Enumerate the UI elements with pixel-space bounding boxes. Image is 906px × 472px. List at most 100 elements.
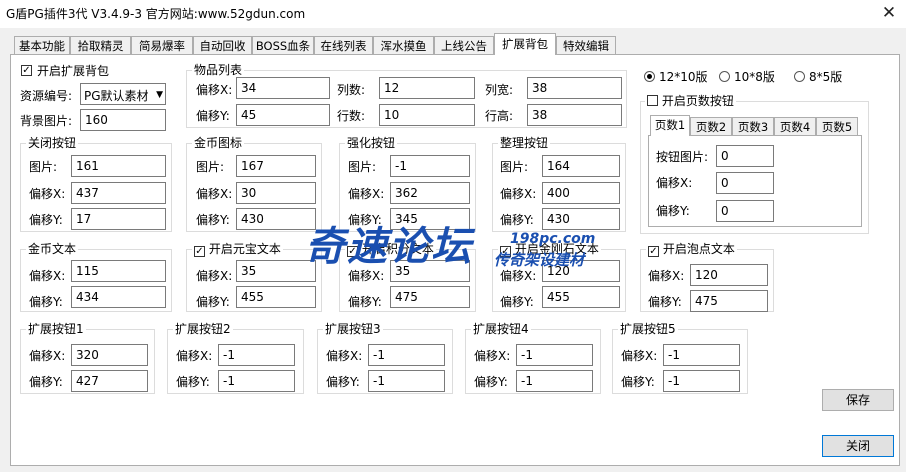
- chevron-down-icon: ▼: [156, 90, 163, 100]
- ext1-y-input[interactable]: 427: [71, 370, 148, 392]
- close-btn-y-label: 偏移Y:: [29, 213, 63, 227]
- ext5-y-input[interactable]: -1: [663, 370, 740, 392]
- sort-y-label: 偏移Y:: [500, 213, 534, 227]
- items-cols-input[interactable]: 12: [379, 77, 475, 99]
- close-btn-y-input[interactable]: 17: [71, 208, 166, 230]
- page-x-input[interactable]: 0: [716, 172, 774, 194]
- gold-icon-y-input[interactable]: 430: [236, 208, 316, 230]
- ext4-y-input[interactable]: -1: [516, 370, 593, 392]
- items-colw-input[interactable]: 38: [527, 77, 622, 99]
- resource-select[interactable]: PG默认素材 ▼: [80, 83, 166, 105]
- close-btn-img-input[interactable]: 161: [71, 155, 166, 177]
- gold-icon-group-title: 金币图标: [192, 136, 245, 150]
- tab-online-list[interactable]: 在线列表: [314, 36, 373, 54]
- gold-text-y-input[interactable]: 434: [71, 286, 166, 308]
- bubble-text-title-wrap: ✓ 开启泡点文本: [646, 242, 737, 257]
- ext3-title: 扩展按钮3: [323, 322, 383, 336]
- bg-image-input[interactable]: 160: [80, 109, 166, 131]
- title-bar: G盾PG插件3代 V3.4.9-3 官方网站:www.52gdun.com ✕: [0, 0, 906, 28]
- page-img-input[interactable]: 0: [716, 145, 774, 167]
- save-button[interactable]: 保存: [822, 389, 894, 411]
- ext1-x-label: 偏移X:: [29, 349, 66, 363]
- items-offset-x-input[interactable]: 34: [236, 77, 330, 99]
- enhance-x-input[interactable]: 362: [390, 182, 470, 204]
- tab-muddle[interactable]: 浑水摸鱼: [373, 36, 434, 54]
- gold-icon-img-input[interactable]: 167: [236, 155, 316, 177]
- yuanbao-x-input[interactable]: 35: [236, 260, 316, 282]
- close-btn-x-input[interactable]: 437: [71, 182, 166, 204]
- page-y-label: 偏移Y:: [656, 204, 690, 218]
- gold-text-group-title: 金币文本: [26, 242, 79, 256]
- sort-y-input[interactable]: 430: [542, 208, 620, 230]
- third-y-input[interactable]: 475: [390, 286, 470, 308]
- sort-x-input[interactable]: 400: [542, 182, 620, 204]
- ext1-x-input[interactable]: 320: [71, 344, 148, 366]
- ext3-x-input[interactable]: -1: [368, 344, 445, 366]
- tab-ext-bag[interactable]: 扩展背包: [494, 33, 556, 55]
- gold-text-x-label: 偏移X:: [29, 269, 66, 283]
- page-tab-5[interactable]: 页数5: [816, 117, 858, 136]
- tab-boss-hp[interactable]: BOSS血条: [252, 36, 314, 54]
- page-tab-4[interactable]: 页数4: [774, 117, 816, 136]
- gold-text-y-label: 偏移Y:: [29, 295, 63, 309]
- items-offset-y-input[interactable]: 45: [236, 104, 330, 126]
- tab-login-notice[interactable]: 上线公告: [434, 36, 494, 54]
- page-tab-2[interactable]: 页数2: [690, 117, 732, 136]
- gold-icon-x-input[interactable]: 30: [236, 182, 316, 204]
- enhance-btn-group-title: 强化按钮: [345, 136, 398, 150]
- enhance-x-label: 偏移X:: [348, 187, 385, 201]
- tab-effect-edit[interactable]: 特效编辑: [556, 36, 616, 54]
- layout-radio-10x8[interactable]: [719, 71, 730, 82]
- ext4-y-label: 偏移Y:: [474, 375, 508, 389]
- ext2-y-input[interactable]: -1: [218, 370, 295, 392]
- tab-pickup[interactable]: 拾取精灵: [70, 36, 131, 54]
- close-icon[interactable]: ✕: [872, 0, 906, 28]
- tab-droprate[interactable]: 简易爆率: [131, 36, 193, 54]
- bubble-text-checkbox[interactable]: ✓: [648, 246, 659, 257]
- yuanbao-y-label: 偏移Y:: [196, 295, 230, 309]
- page-tab-3[interactable]: 页数3: [732, 117, 774, 136]
- ext3-x-label: 偏移X:: [326, 349, 363, 363]
- ext4-x-input[interactable]: -1: [516, 344, 593, 366]
- yuanbao-x-label: 偏移X:: [196, 269, 233, 283]
- yuanbao-y-input[interactable]: 455: [236, 286, 316, 308]
- diamond-y-input[interactable]: 455: [542, 286, 620, 308]
- ext5-y-label: 偏移Y:: [621, 375, 655, 389]
- bubble-x-input[interactable]: 120: [690, 264, 768, 286]
- yuanbao-text-checkbox[interactable]: ✓: [194, 246, 205, 257]
- items-rows-input[interactable]: 10: [379, 104, 475, 126]
- items-rowh-label: 行高:: [485, 109, 514, 123]
- sort-img-input[interactable]: 164: [542, 155, 620, 177]
- page-btn-checkbox[interactable]: [647, 95, 658, 106]
- enhance-img-input[interactable]: -1: [390, 155, 470, 177]
- bubble-y-input[interactable]: 475: [690, 290, 768, 312]
- resource-value: PG默认素材: [84, 89, 149, 103]
- ext2-title: 扩展按钮2: [173, 322, 233, 336]
- ext1-y-label: 偏移Y:: [29, 375, 63, 389]
- tab-basic[interactable]: 基本功能: [14, 36, 70, 54]
- bubble-y-label: 偏移Y:: [648, 295, 682, 309]
- diamond-x-label: 偏移X:: [500, 269, 537, 283]
- page-y-input[interactable]: 0: [716, 200, 774, 222]
- ext4-x-label: 偏移X:: [474, 349, 511, 363]
- watermark-main: 奇速论坛: [305, 224, 473, 270]
- enable-bag-checkbox[interactable]: ✓: [21, 65, 32, 76]
- layout-radio-8x5[interactable]: [794, 71, 805, 82]
- items-rowh-input[interactable]: 38: [527, 104, 622, 126]
- ext2-y-label: 偏移Y:: [176, 375, 210, 389]
- watermark-sub: 传奇架设建材: [494, 251, 585, 269]
- page-tab-1[interactable]: 页数1: [650, 115, 690, 136]
- sort-x-label: 偏移X:: [500, 187, 537, 201]
- ext5-x-input[interactable]: -1: [663, 344, 740, 366]
- ext3-y-input[interactable]: -1: [368, 370, 445, 392]
- page-btn-enable-label: 开启页数按钮: [661, 94, 734, 108]
- gold-text-x-input[interactable]: 115: [71, 260, 166, 282]
- tab-recycle[interactable]: 自动回收: [193, 36, 252, 54]
- close-btn-group-title: 关闭按钮: [26, 136, 79, 150]
- close-btn-img-label: 图片:: [29, 160, 58, 174]
- ext2-x-input[interactable]: -1: [218, 344, 295, 366]
- layout-radio-12x10[interactable]: [644, 71, 655, 82]
- close-button[interactable]: 关闭: [822, 435, 894, 457]
- items-group-title: 物品列表: [192, 63, 245, 77]
- bg-image-label: 背景图片:: [20, 114, 73, 128]
